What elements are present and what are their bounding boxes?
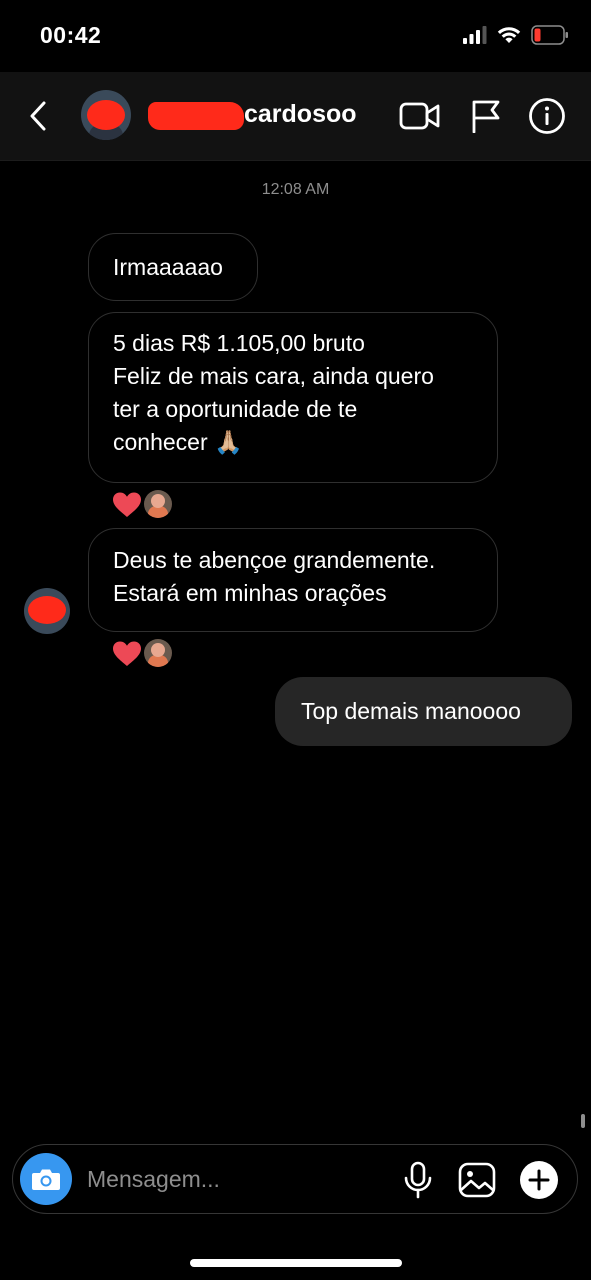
redaction-scribble <box>87 100 125 130</box>
status-time: 00:42 <box>40 22 102 48</box>
message-text: 5 dias R$ 1.105,00 bruto <box>113 330 365 356</box>
more-actions-button[interactable] <box>517 1158 561 1202</box>
dm-thread-screen: 00:42 cardosoo 12:08 AM Irmaaaaao 5 dias… <box>0 0 591 1280</box>
scrollbar[interactable] <box>581 1114 585 1128</box>
username-text: cardosoo <box>244 100 357 128</box>
report-button[interactable] <box>464 94 508 138</box>
flag-icon <box>472 100 500 133</box>
thread-timestamp: 12:08 AM <box>261 181 330 198</box>
back-button[interactable] <box>20 96 56 136</box>
header-avatar[interactable] <box>81 90 131 140</box>
reactor-avatar <box>144 639 172 667</box>
voice-message-button[interactable] <box>396 1158 440 1202</box>
gallery-icon <box>458 1162 496 1198</box>
plus-icon <box>520 1161 558 1199</box>
message-text: conhecer 🙏🏼 <box>113 429 243 455</box>
message-text: Deus te abençoe grandemente. <box>113 547 436 573</box>
back-chevron-icon <box>30 101 46 131</box>
signal-icon <box>463 25 487 49</box>
status-bar: 00:42 <box>0 0 591 72</box>
heart-reaction-icon <box>113 641 141 666</box>
camera-icon <box>32 1169 60 1190</box>
redaction-scribble <box>148 102 244 130</box>
incoming-message[interactable]: Irmaaaaao <box>88 233 258 301</box>
message-composer <box>12 1144 578 1214</box>
reactor-avatar <box>144 490 172 518</box>
microphone-icon <box>404 1161 432 1199</box>
sender-avatar[interactable] <box>24 588 70 634</box>
status-icons <box>463 24 569 50</box>
incoming-message[interactable]: Deus te abençoe grandemente. Estará em m… <box>88 528 498 632</box>
info-button[interactable] <box>525 94 569 138</box>
redaction-scribble <box>28 596 66 624</box>
incoming-message[interactable]: 5 dias R$ 1.105,00 bruto Feliz de mais c… <box>88 312 498 483</box>
message-text: Top demais manoooo <box>301 698 521 724</box>
message-reaction[interactable] <box>112 639 172 667</box>
info-icon <box>529 98 565 134</box>
battery-low-icon <box>531 24 569 50</box>
message-text: Estará em minhas orações <box>113 580 387 606</box>
thread-header: cardosoo <box>0 72 591 161</box>
message-input[interactable] <box>87 1163 387 1195</box>
message-reaction[interactable] <box>112 490 172 518</box>
camera-button[interactable] <box>20 1153 72 1205</box>
message-text: Irmaaaaao <box>113 254 223 280</box>
heart-reaction-icon <box>113 492 141 517</box>
message-text: ter a oportunidade de te <box>113 396 358 422</box>
home-indicator[interactable] <box>190 1259 402 1267</box>
video-call-button[interactable] <box>398 94 442 138</box>
gallery-button[interactable] <box>455 1158 499 1202</box>
message-text: Feliz de mais cara, ainda quero <box>113 363 434 389</box>
video-call-icon <box>399 102 440 130</box>
username-button[interactable]: cardosoo <box>148 100 357 130</box>
outgoing-message[interactable]: Top demais manoooo <box>275 677 572 746</box>
wifi-icon <box>497 26 521 49</box>
